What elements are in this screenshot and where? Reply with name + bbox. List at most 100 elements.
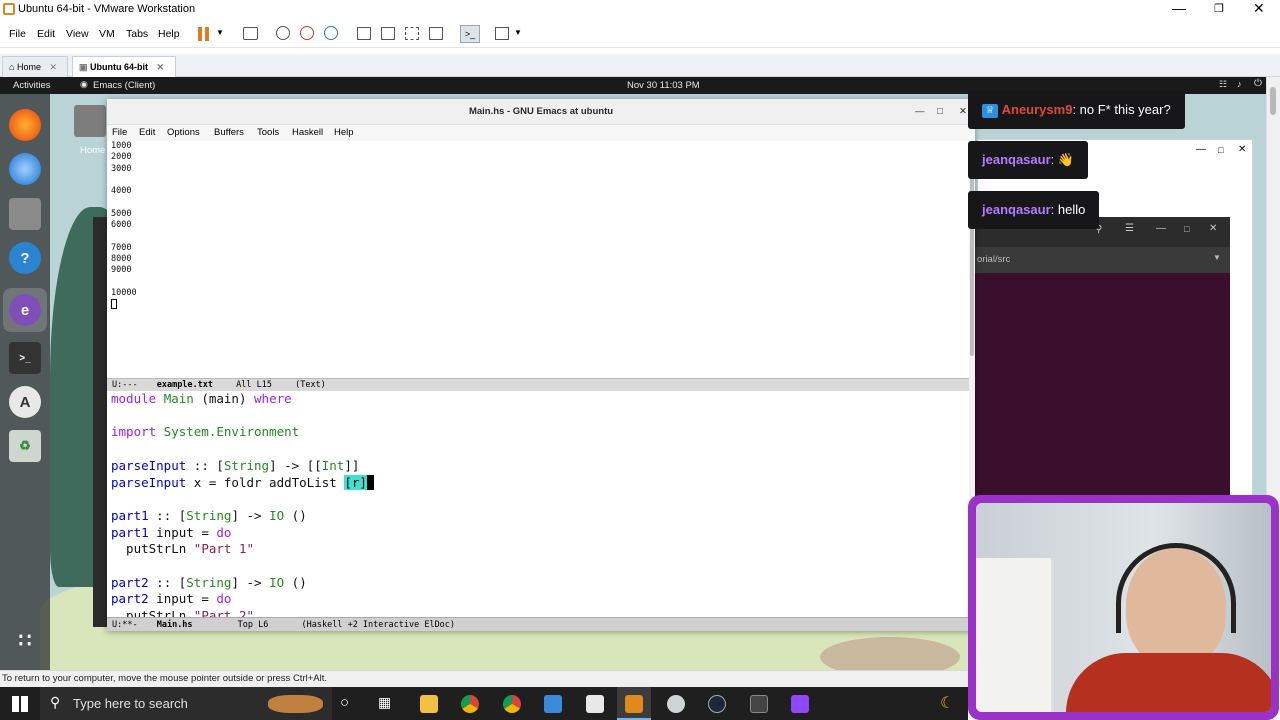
code-token: part2 [111, 574, 149, 590]
modeline-buffer-name[interactable]: Main.hs [157, 620, 193, 630]
steam-icon[interactable] [708, 695, 726, 713]
software-icon[interactable]: A [9, 386, 41, 418]
search-highlight-image [268, 695, 323, 713]
tab-close-icon[interactable]: ✕ [157, 62, 165, 72]
scrollbar-thumb[interactable] [1270, 87, 1276, 115]
console-view-icon[interactable] [381, 27, 395, 40]
trash-icon[interactable]: ♻ [9, 430, 41, 462]
help-icon[interactable]: ? [9, 242, 41, 274]
firefox-icon[interactable] [9, 109, 41, 141]
tab-home[interactable]: ⌂ Home ✕ [2, 56, 68, 77]
file-explorer-icon[interactable] [420, 695, 438, 713]
windows-start-icon[interactable] [12, 696, 28, 712]
emacs-menu-help[interactable]: Help [334, 127, 354, 138]
terminal-menu-icon[interactable]: ☰ [1125, 223, 1134, 234]
emacs-minimize-icon[interactable]: — [915, 99, 925, 125]
volume-icon[interactable]: ♪ [1237, 79, 1242, 89]
window-close-icon[interactable]: ✕ [1238, 144, 1246, 155]
desktop-home-label[interactable]: Home [80, 145, 105, 156]
night-light-icon[interactable]: ☾ [940, 693, 954, 713]
desktop-home-icon[interactable] [74, 105, 106, 137]
taskbar-search-box[interactable]: ⚲ Type here to search [40, 687, 332, 720]
chat-username: jeanqasaur [982, 202, 1051, 217]
code-token: :: [ [148, 574, 187, 590]
example-buffer[interactable]: 1000 2000 3000 4000 5000 6000 7000 8000 … [111, 141, 967, 377]
menu-file[interactable]: File [9, 28, 26, 40]
emacs-menu-file[interactable]: File [112, 127, 127, 138]
buffer-line: 9000 [111, 265, 132, 276]
modeline-mode[interactable]: (Text) [295, 380, 326, 390]
terminal-minimize-icon[interactable]: — [1156, 223, 1166, 234]
snapshot-icon[interactable] [276, 26, 290, 40]
network-icon[interactable]: ☷ [1219, 79, 1227, 90]
modeline-position: Top L6 [237, 620, 269, 630]
chrome-profile-icon[interactable] [503, 695, 521, 713]
task-view-icon[interactable]: ▦ [378, 694, 391, 711]
menu-edit[interactable]: Edit [37, 28, 55, 40]
restore-icon[interactable]: ❐ [1214, 2, 1224, 15]
code-token: parseInput [111, 474, 187, 490]
app-icon[interactable] [667, 695, 685, 713]
emacs-close-icon[interactable]: ✕ [959, 99, 967, 125]
send-ctrl-alt-del-icon[interactable] [243, 27, 258, 40]
tab-close-icon[interactable]: ✕ [49, 62, 57, 72]
code-token: ] -> [231, 507, 270, 523]
twitch-studio-icon[interactable] [791, 695, 809, 713]
menu-vm[interactable]: VM [99, 28, 115, 40]
snapshot-manager-icon[interactable] [324, 26, 338, 40]
window-minimize-icon[interactable]: — [1196, 144, 1206, 155]
code-token: do [216, 591, 232, 607]
webcam-video [976, 503, 1271, 712]
terminal-tab-dropdown-icon[interactable]: ▼ [1213, 253, 1221, 262]
calculator-icon[interactable] [750, 695, 768, 713]
vmware-menubar: File Edit View VM Tabs Help ▼ >_ ▼ [0, 20, 1280, 48]
show-apps-icon[interactable]: ∷ [9, 624, 41, 656]
close-icon[interactable]: ✕ [1253, 0, 1265, 17]
vmware-taskbar-icon[interactable] [625, 695, 643, 713]
chrome-icon[interactable] [461, 695, 479, 713]
revert-snapshot-icon[interactable] [300, 26, 314, 40]
emacs-icon[interactable]: e [9, 294, 41, 326]
fullscreen-icon[interactable] [405, 27, 419, 40]
menu-view[interactable]: View [66, 28, 89, 40]
library-icon[interactable] [357, 27, 371, 40]
emacs-menubar: File Edit Options Buffers Tools Haskell … [107, 125, 975, 141]
notepad-icon[interactable] [586, 695, 604, 713]
emacs-menu-edit[interactable]: Edit [139, 127, 155, 138]
stretch-icon[interactable] [495, 27, 509, 40]
emacs-maximize-icon[interactable]: □ [937, 99, 943, 125]
menu-tabs[interactable]: Tabs [126, 28, 148, 40]
modeline-mode[interactable]: (Haskell +2 Interactive ElDoc) [302, 620, 456, 630]
thunderbird-icon[interactable] [9, 153, 41, 185]
unity-icon[interactable] [429, 27, 443, 40]
emacs-menu-buffers[interactable]: Buffers [214, 127, 244, 138]
browser-icon[interactable] [544, 695, 562, 713]
emacs-menu-tools[interactable]: Tools [257, 127, 279, 138]
tab-ubuntu[interactable]: ▣ Ubuntu 64-bit ✕ [72, 56, 176, 77]
code-token: input = [148, 524, 217, 540]
code-token: putStrLn [111, 541, 194, 557]
menu-help[interactable]: Help [158, 28, 180, 40]
emacs-menu-options[interactable]: Options [167, 127, 200, 138]
activities-button[interactable]: Activities [13, 80, 50, 91]
clock[interactable]: Nov 30 11:03 PM [627, 80, 700, 91]
files-icon[interactable] [9, 198, 41, 230]
window-maximize-icon[interactable]: □ [1218, 145, 1223, 155]
modeline-buffer-name[interactable]: example.txt [157, 380, 213, 390]
buffer-line [111, 175, 967, 186]
code-line: part1 :: [String] -> IO () [111, 508, 967, 525]
chat-message: jeanqasaur: hello [968, 191, 1100, 229]
main-hs-buffer[interactable]: module Main (main) where import System.E… [111, 391, 967, 618]
terminal-toolbar-icon[interactable]: >_ [460, 25, 480, 43]
pause-dropdown-icon[interactable]: ▼ [216, 28, 224, 37]
emacs-menu-haskell[interactable]: Haskell [292, 127, 323, 138]
terminal-maximize-icon[interactable]: □ [1184, 224, 1189, 234]
app-menu-label[interactable]: Emacs (Client) [93, 80, 155, 91]
minimize-icon[interactable]: — [1172, 0, 1186, 16]
terminal-icon[interactable]: >_ [9, 342, 41, 374]
pause-icon[interactable] [198, 27, 209, 41]
stretch-dropdown-icon[interactable]: ▼ [514, 28, 522, 37]
power-icon[interactable]: ⏻ [1254, 78, 1262, 89]
terminal-close-icon[interactable]: ✕ [1209, 223, 1217, 234]
cortana-icon[interactable]: ○ [340, 694, 349, 711]
